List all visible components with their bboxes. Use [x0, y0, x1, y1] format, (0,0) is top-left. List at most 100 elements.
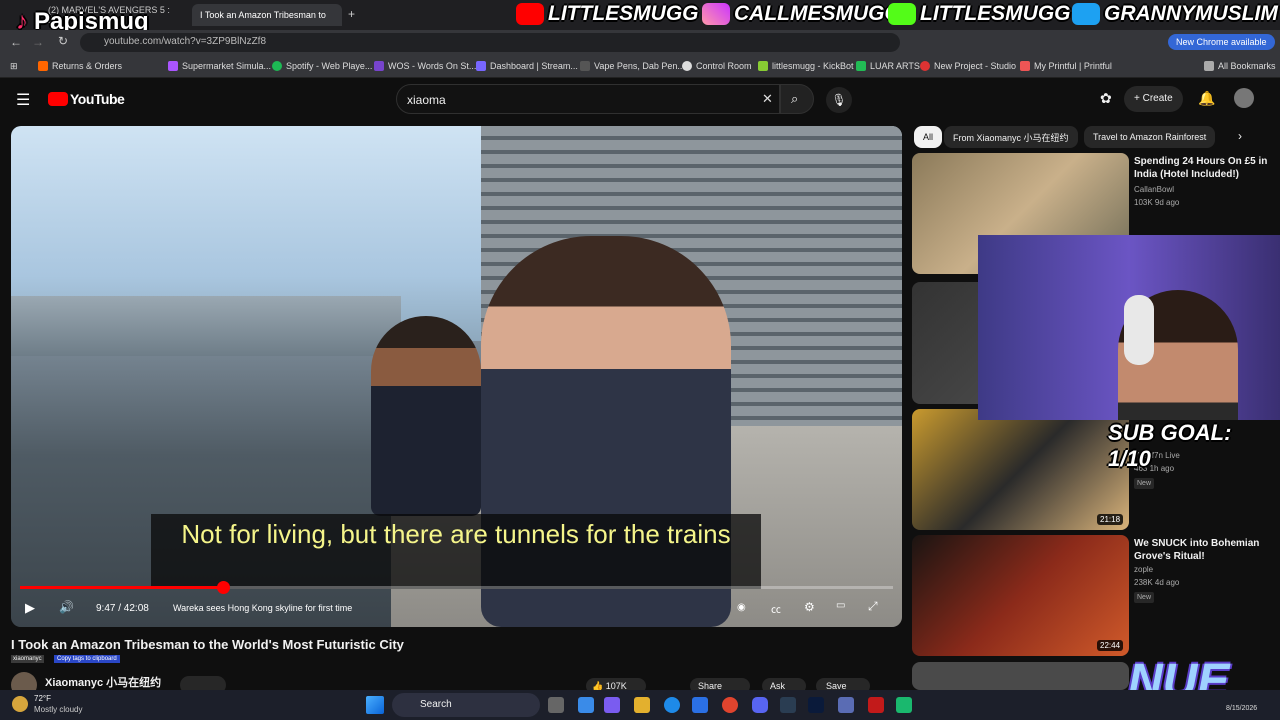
bookmark-vape[interactable]: Vape Pens, Dab Pen... [580, 61, 685, 71]
rec-thumbnail-3[interactable] [912, 535, 1129, 656]
bookmark-label: littlesmugg - KickBot [772, 61, 854, 71]
spotify-icon [272, 61, 282, 71]
rec-channel-3[interactable]: zople [1134, 565, 1153, 574]
mic-icon[interactable]: 🎙 [826, 87, 852, 113]
bookmark-label: Returns & Orders [52, 61, 123, 71]
weather-desc[interactable]: Mostly cloudy [34, 705, 82, 714]
video-player[interactable]: Not for living, but there are tunnels fo… [11, 126, 902, 627]
social-banner-instagram: CALLMESMUGG [702, 0, 901, 28]
progress-bar[interactable] [20, 581, 893, 594]
bookmark-label: WOS - Words On St... [388, 61, 477, 71]
adobe-icon[interactable] [868, 697, 884, 713]
bookmark-dashboard[interactable]: Dashboard | Stream... [476, 61, 578, 71]
notifications-icon[interactable]: 🔔 [1198, 90, 1215, 107]
bookmark-label: My Printful | Printful [1034, 61, 1112, 71]
video-tag[interactable]: xiaomanyc [11, 655, 44, 663]
windows-start-icon[interactable] [366, 696, 384, 714]
taskbar-search[interactable]: Search [392, 693, 540, 717]
youtube-logo-icon [516, 3, 544, 25]
tab-youtube-video[interactable]: I Took an Amazon Tribesman to [192, 4, 342, 26]
bookmark-kickbot[interactable]: littlesmugg - KickBot [758, 61, 854, 71]
bookmark-icon [476, 61, 486, 71]
notepad-icon[interactable] [838, 697, 854, 713]
social-banner-youtube: LITTLESMUGG [516, 0, 699, 28]
rec-title-3[interactable]: We SNUCK into Bohemian Grove's Ritual! [1134, 537, 1274, 563]
create-button[interactable]: + Create [1124, 86, 1183, 112]
bookmark-control-room[interactable]: Control Room [682, 61, 752, 71]
taskbar-search-label: Search [420, 699, 452, 710]
copilot-icon[interactable] [604, 697, 620, 713]
search-input[interactable]: xiaoma [396, 84, 780, 114]
reload-icon[interactable]: ↻ [58, 34, 68, 48]
bookmark-printful[interactable]: My Printful | Printful [1020, 61, 1112, 71]
rec-meta-3: 238K 4d ago [1134, 578, 1180, 587]
rec-title-1[interactable]: Spending 24 Hours On £5 in India (Hotel … [1134, 155, 1274, 181]
social-handle: LITTLESMUGG [920, 2, 1071, 25]
social-banner-kick: LITTLESMUGG [888, 0, 1071, 28]
search-icon: ⌕ [791, 91, 799, 106]
widgets-icon[interactable] [578, 697, 594, 713]
bookmark-icon [856, 61, 866, 71]
social-handle: LITTLESMUGG [548, 2, 699, 25]
rec-channel-1[interactable]: CallanBowl [1134, 185, 1174, 194]
chip-all[interactable]: All [914, 126, 943, 148]
kick-logo-icon [888, 3, 916, 25]
bookmark-spotify[interactable]: Spotify - Web Playe... [272, 61, 372, 71]
store-icon[interactable] [692, 697, 708, 713]
rec-thumbnail-2[interactable] [912, 409, 1129, 530]
autoplay-toggle-icon[interactable]: ◉ [737, 602, 746, 613]
progress-fill [20, 586, 223, 589]
bookmark-new-project[interactable]: New Project - Studio [920, 61, 1016, 71]
channel-name[interactable]: Xiaomanyc 小马在纽约 [45, 674, 161, 690]
photoshop-icon[interactable] [808, 697, 824, 713]
youtube-logo-icon[interactable] [48, 92, 68, 106]
address-bar[interactable]: youtube.com/watch?v=3ZP9BlNzZf8 [80, 33, 900, 52]
bookmark-returns[interactable]: Returns & Orders [38, 61, 122, 71]
play-icon[interactable]: ▶ [25, 600, 35, 616]
fullscreen-icon[interactable]: ⤢ [868, 599, 878, 614]
sub-goal-overlay: SUB GOAL: 1/10 [1108, 420, 1232, 471]
youtube-logo-text[interactable]: YouTube [70, 91, 125, 107]
discord-icon[interactable] [752, 697, 768, 713]
new-chrome-button[interactable]: New Chrome available [1168, 34, 1275, 50]
miniplayer-icon[interactable]: ▭ [836, 600, 845, 611]
settings-gear-icon[interactable]: ⚙ [804, 600, 815, 614]
weather-temp[interactable]: 72°F [34, 694, 51, 703]
video-title: I Took an Amazon Tribesman to the World'… [11, 637, 404, 652]
bookmark-supermarket[interactable]: Supermarket Simula... [168, 61, 271, 71]
bookmark-luar-arts[interactable]: LUAR ARTS [856, 61, 920, 71]
chevron-right-icon[interactable]: › [1238, 129, 1242, 143]
chip-amazon[interactable]: Travel to Amazon Rainforest [1084, 126, 1216, 148]
search-button[interactable]: ⌕ [780, 84, 814, 114]
copy-tags-button[interactable]: Copy tags to clipboard [54, 655, 120, 663]
weather-icon[interactable] [12, 696, 28, 712]
bookmark-icon [374, 61, 384, 71]
clear-search-icon[interactable]: ✕ [762, 91, 773, 107]
menu-icon[interactable]: ☰ [16, 90, 30, 110]
studio-icon[interactable]: ✿ [1100, 90, 1112, 107]
webcam-overlay [978, 235, 1280, 420]
captions-icon[interactable]: ㏄ [771, 601, 781, 616]
forward-icon[interactable]: → [32, 35, 44, 49]
social-handle: GRANNYMUSLIM [1104, 2, 1278, 25]
volume-icon[interactable]: 🔊 [59, 600, 74, 614]
bookmark-wos[interactable]: WOS - Words On St... [374, 61, 476, 71]
back-icon[interactable]: ← [10, 35, 22, 49]
new-tab-button[interactable]: + [348, 7, 355, 21]
folder-icon [1204, 61, 1214, 71]
avatar[interactable] [1234, 88, 1254, 108]
instagram-logo-icon [702, 3, 730, 25]
chrome-icon[interactable] [722, 697, 738, 713]
apps-icon[interactable]: ⊞ [10, 61, 18, 72]
rec-thumbnail-4[interactable] [912, 662, 1129, 690]
steam-icon[interactable] [780, 697, 796, 713]
chip-from-channel[interactable]: From Xiaomanyc 小马在纽约 [944, 126, 1078, 148]
edge-icon[interactable] [664, 697, 680, 713]
create-label: Create [1142, 93, 1173, 104]
file-explorer-icon[interactable] [634, 697, 650, 713]
progress-scrubber[interactable] [216, 581, 230, 594]
chapter-title[interactable]: Wareka sees Hong Kong skyline for first … [173, 603, 352, 613]
app-icon[interactable] [896, 697, 912, 713]
all-bookmarks[interactable]: All Bookmarks [1204, 61, 1276, 71]
task-view-icon[interactable] [548, 697, 564, 713]
